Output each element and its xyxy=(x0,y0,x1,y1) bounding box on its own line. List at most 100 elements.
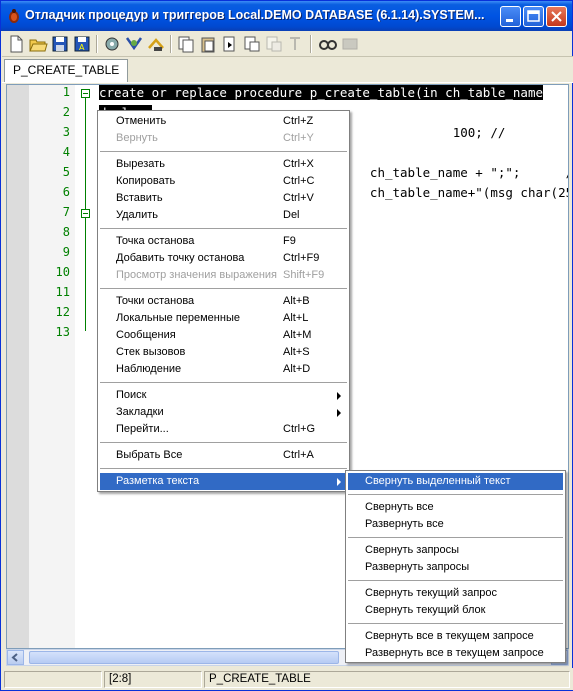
menu-item-label: Поиск xyxy=(116,389,147,401)
menu-item-copy[interactable]: Копировать Ctrl+C xyxy=(100,173,347,190)
scroll-left-icon xyxy=(11,653,18,662)
menu-item-label: Свернуть текущий запрос xyxy=(365,587,498,599)
menu-item-label: Выбрать Все xyxy=(116,449,183,461)
close-button[interactable] xyxy=(546,6,567,27)
menu-item-fold-current-block[interactable]: Свернуть текущий блок xyxy=(348,602,563,619)
menu-item-label: Развернуть запросы xyxy=(365,561,470,573)
scroll-left-button[interactable] xyxy=(7,650,24,665)
line-number: 3 xyxy=(62,125,70,139)
menu-item-label: Вернуть xyxy=(116,132,158,144)
context-menu: Отменить Ctrl+Z Вернуть Ctrl+Y Вырезать Ctr… xyxy=(97,110,350,492)
paste-icon[interactable] xyxy=(198,34,218,54)
close-icon xyxy=(551,11,562,22)
menu-item-call-stack[interactable]: Стек вызовов Alt+S xyxy=(100,344,347,361)
menu-item-bookmarks[interactable]: Закладки xyxy=(100,404,347,421)
menu-item-undo[interactable]: Отменить Ctrl+Z xyxy=(100,113,347,130)
menu-item-fold-queries[interactable]: Свернуть запросы xyxy=(348,542,563,559)
menu-item-evaluate-expression[interactable]: Просмотр значения выражения Shift+F9 xyxy=(100,267,347,284)
menu-separator xyxy=(348,494,563,495)
menu-item-shortcut: Alt+S xyxy=(283,346,310,358)
menu-separator xyxy=(100,442,347,443)
minimize-icon xyxy=(506,19,513,22)
menu-item-label: Развернуть все в текущем запросе xyxy=(365,647,544,659)
compile-icon[interactable] xyxy=(102,34,122,54)
line-number: 8 xyxy=(62,225,70,239)
copy-icon[interactable] xyxy=(176,34,196,54)
watch-icon[interactable] xyxy=(318,34,338,54)
open-icon[interactable] xyxy=(28,34,48,54)
menu-item-label: Локальные переменные xyxy=(116,312,240,324)
menu-item-local-variables[interactable]: Локальные переменные Alt+L xyxy=(100,310,347,327)
menu-item-shortcut: Shift+F9 xyxy=(283,269,325,281)
menu-item-label: Точка останова xyxy=(116,235,195,247)
menu-item-cut[interactable]: Вырезать Ctrl+X xyxy=(100,156,347,173)
title-bar[interactable]: Отладчик процедур и триггеров Local.DEMO… xyxy=(1,1,572,31)
menu-item-breakpoints[interactable]: Точки останова Alt+B xyxy=(100,293,347,310)
menu-item-fold-all[interactable]: Свернуть все xyxy=(348,499,563,516)
menu-item-text-folding[interactable]: Разметка текста xyxy=(100,473,347,490)
menu-item-fold-selection[interactable]: Свернуть выделенный текст xyxy=(348,473,563,490)
menu-separator xyxy=(100,151,347,152)
minimize-button[interactable] xyxy=(500,6,521,27)
menu-item-fold-current-query[interactable]: Свернуть текущий запрос xyxy=(348,585,563,602)
tab-p-create-table[interactable]: P_CREATE_TABLE xyxy=(4,59,129,82)
menu-item-label: Просмотр значения выражения xyxy=(116,269,278,281)
save-as-icon[interactable]: A xyxy=(72,34,92,54)
maximize-button[interactable] xyxy=(523,6,544,27)
line-number: 13 xyxy=(55,325,70,339)
menu-item-fold-all-in-query[interactable]: Свернуть все в текущем запросе xyxy=(348,628,563,645)
scroll-thumb[interactable] xyxy=(29,651,339,664)
app-bug-icon xyxy=(9,9,19,23)
menu-item-label: Свернуть выделенный текст xyxy=(365,475,511,487)
line-number: 4 xyxy=(62,145,70,159)
menu-item-label: Копировать xyxy=(116,175,176,187)
menu-item-label: Сообщения xyxy=(116,329,176,341)
menu-item-search[interactable]: Поиск xyxy=(100,387,347,404)
menu-item-label: Свернуть запросы xyxy=(365,544,460,556)
menu-item-unfold-all[interactable]: Развернуть все xyxy=(348,516,563,533)
menu-separator xyxy=(100,288,347,289)
run-icon[interactable] xyxy=(124,34,144,54)
menu-item-label: Добавить точку останова xyxy=(116,252,245,264)
step-out-icon[interactable] xyxy=(264,34,284,54)
menu-item-redo[interactable]: Вернуть Ctrl+Y xyxy=(100,130,347,147)
menu-item-add-breakpoint[interactable]: Добавить точку останова Ctrl+F9 xyxy=(100,250,347,267)
submenu-arrow-icon xyxy=(337,392,341,400)
step-over-icon[interactable] xyxy=(242,34,262,54)
evaluate-icon[interactable] xyxy=(340,34,360,54)
run-to-cursor-icon[interactable] xyxy=(286,34,306,54)
toolbar-separator xyxy=(96,35,98,53)
step-into-icon[interactable] xyxy=(220,34,240,54)
menu-item-shortcut: Del xyxy=(283,209,300,221)
line-number: 10 xyxy=(55,265,70,279)
menu-item-shortcut: Ctrl+A xyxy=(283,449,314,461)
menu-item-label: Отменить xyxy=(116,115,167,127)
menu-item-shortcut: Alt+L xyxy=(283,312,309,324)
menu-item-label: Вырезать xyxy=(116,158,165,170)
fold-collapse-icon[interactable] xyxy=(81,209,90,218)
menu-item-delete[interactable]: Удалить Del xyxy=(100,207,347,224)
menu-item-watch[interactable]: Наблюдение Alt+D xyxy=(100,361,347,378)
breakpoint-gutter[interactable] xyxy=(7,85,29,648)
step-icon[interactable] xyxy=(146,34,166,54)
menu-item-select-all[interactable]: Выбрать Все Ctrl+A xyxy=(100,447,347,464)
menu-item-goto[interactable]: Перейти... Ctrl+G xyxy=(100,421,347,438)
menu-item-unfold-all-in-query[interactable]: Развернуть все в текущем запросе xyxy=(348,645,563,662)
menu-separator xyxy=(100,468,347,469)
submenu-arrow-icon xyxy=(337,478,341,486)
menu-item-breakpoint[interactable]: Точка останова F9 xyxy=(100,233,347,250)
line-number: 2 xyxy=(62,105,70,119)
menu-item-shortcut: Alt+B xyxy=(283,295,310,307)
line-number: 6 xyxy=(62,185,70,199)
maximize-icon xyxy=(527,10,540,22)
menu-item-messages[interactable]: Сообщения Alt+M xyxy=(100,327,347,344)
menu-item-unfold-queries[interactable]: Развернуть запросы xyxy=(348,559,563,576)
save-icon[interactable] xyxy=(50,34,70,54)
menu-item-shortcut: Ctrl+X xyxy=(283,158,314,170)
menu-separator xyxy=(348,623,563,624)
window-title: Отладчик процедур и триггеров Local.DEMO… xyxy=(25,8,485,22)
menu-item-label: Точки останова xyxy=(116,295,195,307)
new-icon[interactable] xyxy=(6,34,26,54)
menu-item-paste[interactable]: Вставить Ctrl+V xyxy=(100,190,347,207)
fold-collapse-icon[interactable] xyxy=(81,89,90,98)
